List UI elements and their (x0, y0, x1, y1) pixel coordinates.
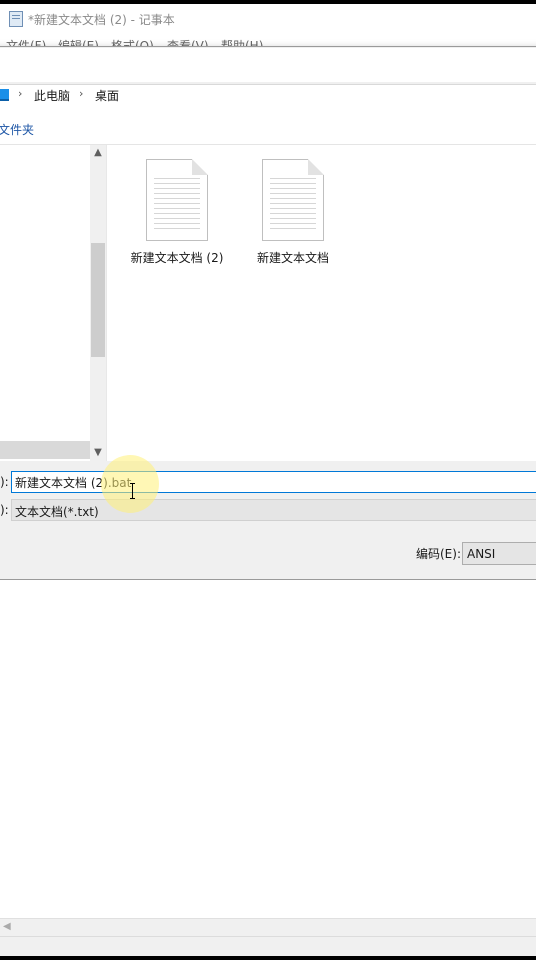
text-cursor-icon (130, 483, 135, 499)
filetype-value: 文本文档(*.txt) (15, 505, 99, 519)
address-bar[interactable]: › 此电脑 › 桌面 (0, 84, 536, 106)
scroll-thumb[interactable] (91, 243, 105, 357)
filename-input[interactable] (12, 472, 536, 492)
filetype-label: ): (0, 503, 9, 517)
scroll-down-icon[interactable]: ▼ (90, 445, 106, 461)
notepad-titlebar: *新建文本文档 (2) - 记事本 (0, 4, 536, 34)
file-item[interactable]: 新建文本文档 (243, 159, 343, 266)
text-document-icon (262, 159, 324, 241)
navigation-pane[interactable] (0, 145, 90, 461)
notepad-title: *新建文本文档 (2) - 记事本 (28, 13, 175, 27)
breadcrumb-this-pc[interactable]: 此电脑 (34, 87, 70, 104)
notepad-status-bar (0, 936, 536, 957)
encoding-select[interactable]: ANSI (462, 542, 536, 565)
filename-field-box[interactable] (11, 471, 536, 493)
scroll-left-icon[interactable]: ◀ (3, 921, 11, 932)
text-document-icon (146, 159, 208, 241)
file-name: 新建文本文档 (256, 251, 329, 265)
notepad-text-area[interactable] (0, 580, 536, 918)
this-pc-icon (0, 89, 9, 101)
notepad-app-icon (9, 11, 23, 27)
breadcrumb-chevron-icon[interactable]: › (79, 87, 83, 100)
file-list-pane: 新建文本文档 (2) 新建文本文档 (106, 145, 536, 461)
new-folder-button[interactable]: 文件夹 (0, 121, 34, 138)
encoding-label: 编码(E): (416, 547, 461, 561)
file-item[interactable]: 新建文本文档 (2) (127, 159, 227, 266)
filename-label: ): (0, 475, 9, 489)
navigation-scrollbar[interactable]: ▲ ▼ (90, 145, 106, 461)
navigation-selected-item[interactable] (0, 441, 90, 459)
breadcrumb-desktop[interactable]: 桌面 (95, 87, 119, 104)
file-name: 新建文本文档 (2) (130, 251, 224, 265)
filetype-select[interactable]: 文本文档(*.txt) (11, 499, 536, 521)
encoding-value: ANSI (467, 547, 496, 561)
horizontal-scrollbar[interactable]: ◀ (0, 918, 536, 936)
breadcrumb-chevron-icon[interactable]: › (18, 87, 22, 100)
command-bar: 文件夹 (0, 105, 536, 145)
scroll-up-icon[interactable]: ▲ (90, 145, 106, 161)
screen-bottom-edge (0, 956, 536, 960)
dialog-header-area (0, 48, 536, 82)
